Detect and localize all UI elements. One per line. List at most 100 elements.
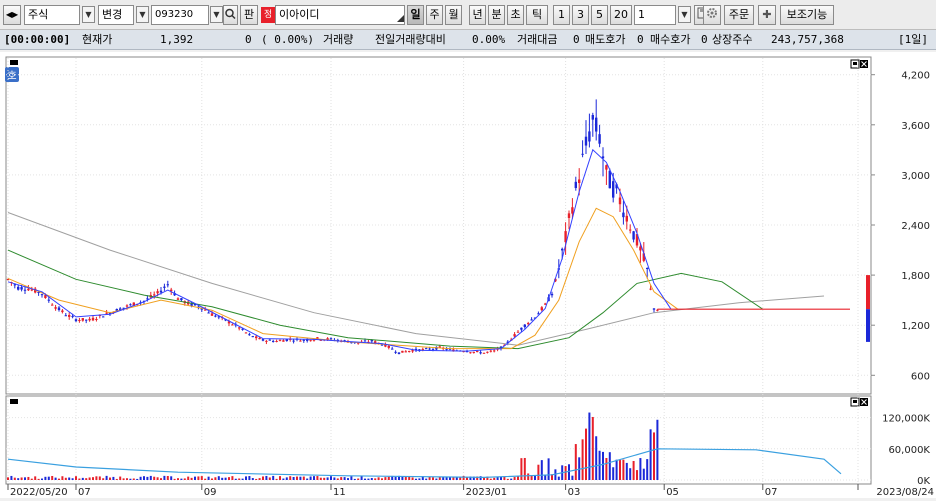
current-price: 1,392 — [160, 33, 194, 46]
volume-bar — [95, 476, 98, 480]
candle-body — [258, 337, 261, 340]
candle-body — [540, 307, 543, 311]
volume-bar — [333, 477, 336, 480]
candle-body — [625, 215, 628, 222]
candle-body — [387, 345, 390, 348]
volume-bar — [88, 477, 91, 480]
volume-bar — [170, 476, 173, 480]
market-dropdown-icon[interactable]: ▼ — [82, 6, 95, 23]
interval-button-3[interactable]: 3 — [572, 5, 589, 25]
volume-bar — [68, 477, 71, 480]
mode-select[interactable]: 변경 — [98, 5, 134, 25]
candle-body — [567, 213, 571, 218]
volume-bar — [275, 478, 278, 480]
candle-body — [268, 339, 271, 341]
price-axis: 4,200 3,600 3,000 2,400 1,800 1,200 600 — [871, 71, 930, 382]
volume-bar — [289, 476, 292, 480]
volume-bar — [214, 477, 217, 480]
interval-input[interactable]: 1 — [634, 5, 676, 25]
volume-bar — [353, 478, 356, 480]
volume-bar — [200, 476, 203, 480]
volume-bar — [347, 478, 349, 480]
volume-bar — [374, 478, 377, 480]
period-button-month[interactable]: 월 — [445, 5, 462, 25]
search-button[interactable]: 판 — [240, 5, 258, 25]
period-button-second[interactable]: 초 — [507, 5, 524, 25]
period-button-week[interactable]: 주 — [426, 5, 443, 25]
candle-body — [261, 339, 265, 341]
volume-bar — [646, 459, 649, 480]
volume-bar — [330, 476, 332, 480]
interval-dropdown-icon[interactable]: ▼ — [678, 6, 691, 23]
volume-bar — [98, 476, 101, 480]
period-button-minute[interactable]: 분 — [488, 5, 505, 25]
volume-bar — [241, 478, 244, 480]
volume-bar — [523, 457, 526, 480]
volume-bar — [149, 475, 152, 480]
volume-bar — [466, 477, 468, 480]
volume-bar — [126, 478, 128, 480]
interval-button-1[interactable]: 1 — [553, 5, 570, 25]
candle-body — [479, 352, 482, 354]
side-badge: 호 — [7, 70, 16, 82]
volume-bar — [7, 477, 9, 480]
volume-bar — [370, 477, 373, 480]
candle-body — [54, 307, 57, 309]
add-icon[interactable]: ✚ — [758, 5, 776, 25]
mode-dropdown-icon[interactable]: ▼ — [136, 6, 149, 23]
volume-bar — [109, 477, 111, 480]
price-change: 0 — [245, 33, 252, 46]
volume-bar — [183, 478, 186, 480]
candle-body — [595, 117, 598, 132]
volume-bar — [245, 476, 247, 480]
code-input[interactable]: 093230 — [151, 5, 209, 25]
interval-button-20[interactable]: 20 — [610, 5, 632, 25]
panel-handle-icon[interactable] — [10, 60, 18, 65]
settings-gear-icon[interactable] — [703, 5, 721, 25]
market-select[interactable]: 주식 — [24, 5, 80, 25]
volume-bar — [568, 464, 570, 480]
stock-badge: 정 — [261, 7, 275, 23]
volume-bar — [61, 476, 64, 480]
candle-body — [105, 312, 108, 314]
code-dropdown-icon[interactable]: ▼ — [210, 6, 223, 23]
period-button-tick[interactable]: 틱 — [526, 5, 548, 25]
candle-body — [57, 307, 61, 311]
candle-body — [445, 348, 448, 350]
volume-bar — [71, 478, 74, 480]
candle-body — [397, 352, 401, 355]
volume-bar — [197, 476, 200, 480]
assist-button[interactable]: 보조기능 — [780, 5, 834, 25]
candle-body — [238, 327, 241, 329]
volume-bar — [146, 476, 149, 480]
volume-bar — [636, 470, 638, 480]
trade-amount: 0 — [573, 33, 580, 46]
volume-min-max-icon[interactable] — [850, 397, 868, 407]
candle-body — [251, 336, 254, 338]
nav-arrows-button[interactable]: ◀▶ — [3, 5, 21, 25]
candle-body — [329, 338, 333, 340]
period-button-year[interactable]: 년 — [469, 5, 486, 25]
volume-bar — [319, 477, 322, 480]
period-button-day[interactable]: 일 — [407, 5, 424, 25]
volume-bar — [517, 476, 519, 480]
volume-bar — [340, 477, 343, 480]
date-tick-label: 2023/01 — [466, 487, 508, 498]
volume-bar — [309, 476, 312, 480]
candle-body — [180, 298, 183, 301]
volume-panel — [5, 395, 872, 485]
panel-min-max-icon[interactable] — [850, 59, 868, 69]
interval-button-5[interactable]: 5 — [591, 5, 608, 25]
volume-bar — [612, 467, 615, 480]
volume-bar — [279, 476, 281, 480]
candle-body — [51, 304, 54, 306]
order-button[interactable]: 주문 — [724, 5, 754, 25]
volume-bar — [132, 478, 135, 480]
candle-body — [78, 319, 81, 321]
volume-bar — [537, 464, 540, 480]
search-icon[interactable] — [223, 5, 238, 25]
candle-body — [605, 165, 608, 170]
volume-handle-icon[interactable] — [10, 399, 18, 404]
price-range-down-marker — [866, 309, 870, 342]
stock-chart[interactable]: 호 4,200 3,600 3,000 2,400 1,800 1,200 600 120,… — [0, 52, 936, 498]
